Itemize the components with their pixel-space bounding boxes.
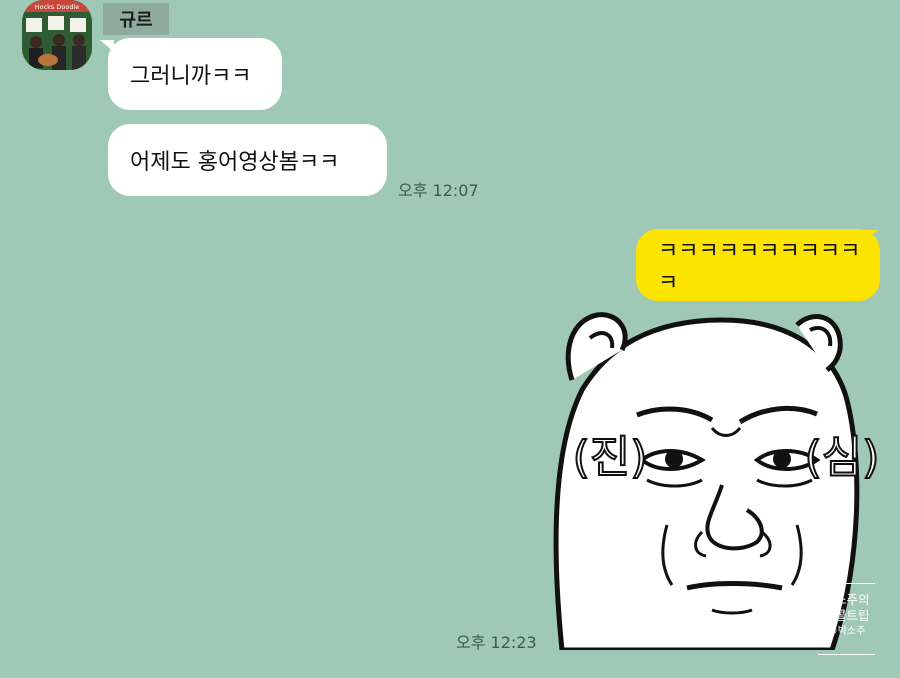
sticker-left-text: (진) xyxy=(573,432,648,483)
watermark-line: 박소주의 xyxy=(823,592,870,607)
sender-avatar[interactable]: Hocks Doodle xyxy=(22,0,92,70)
watermark-line: 알콜트립 xyxy=(823,608,870,623)
message-text: 그러니까ㅋㅋ xyxy=(130,64,252,89)
avatar-sign-text: Hocks Doodle xyxy=(35,3,80,11)
outgoing-message-bubble[interactable]: ㅋㅋㅋㅋㅋㅋㅋㅋㅋㅋㅋ xyxy=(636,229,880,301)
message-text: 어제도 홍어영상봄ㅋㅋ xyxy=(130,150,340,175)
incoming-message-bubble[interactable]: 그러니까ㅋㅋ xyxy=(108,38,282,110)
watermark-copyright: ©박소주 xyxy=(827,626,866,637)
message-timestamp: 오후 12:07 xyxy=(398,181,479,200)
avatar-image: Hocks Doodle xyxy=(22,0,92,70)
incoming-message-bubble[interactable]: 어제도 홍어영상봄ㅋㅋ xyxy=(108,124,387,196)
sticker-timestamp: 오후 12:23 xyxy=(456,633,537,652)
message-text: ㅋㅋㅋㅋㅋㅋㅋㅋㅋㅋㅋ xyxy=(658,239,861,296)
sender-name: 규르 xyxy=(103,3,169,35)
sticker-right-text: (심) xyxy=(805,432,880,483)
sticker-watermark: 박소주의 알콜트립 ©박소주 xyxy=(818,583,875,655)
